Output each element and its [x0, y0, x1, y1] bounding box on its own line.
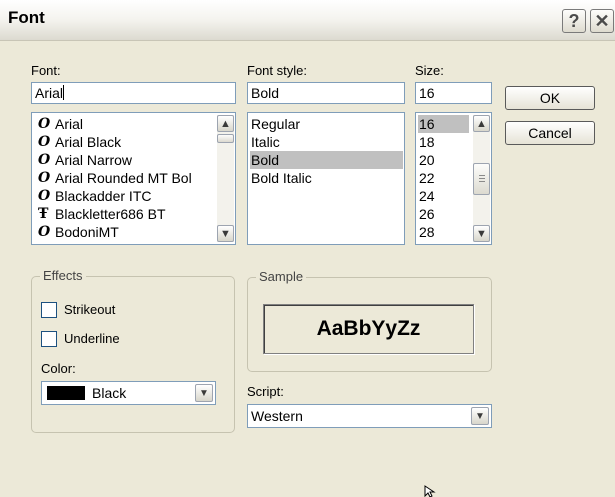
color-dropdown-button[interactable]: ▼ — [195, 384, 213, 402]
font-list-scrollbar[interactable]: ▲ ▼ — [217, 115, 234, 242]
scroll-up-button[interactable]: ▲ — [217, 115, 234, 132]
sample-group-label: Sample — [256, 269, 307, 284]
font-list[interactable]: O Arial O Arial Black O Arial Narrow O Arial… — [31, 112, 236, 245]
font-label: Font: — [31, 63, 61, 78]
close-icon: ✕ — [594, 10, 610, 31]
window-title: Font — [8, 8, 45, 27]
up-arrow-icon: ▲ — [476, 117, 487, 130]
color-value: Black — [92, 385, 127, 401]
size-item[interactable]: 26 — [419, 205, 435, 223]
opentype-font-icon: O — [38, 116, 51, 132]
strikeout-label: Strikeout — [64, 302, 116, 317]
mouse-cursor-icon — [424, 485, 436, 497]
size-label: Size: — [415, 63, 444, 78]
down-arrow-icon: ▼ — [220, 227, 231, 240]
truetype-font-icon: Ŧ — [38, 206, 49, 222]
font-style-item[interactable]: Bold Italic — [251, 169, 312, 187]
size-item-selected[interactable]: 16 — [418, 115, 469, 133]
font-style-input[interactable]: Bold — [247, 82, 405, 104]
size-item[interactable]: 28 — [419, 223, 435, 241]
script-value: Western — [251, 408, 303, 424]
effects-group-label: Effects — [40, 268, 86, 283]
chevron-down-icon: ▼ — [475, 410, 485, 422]
font-style-list[interactable]: Regular Italic Bold Bold Italic — [247, 112, 405, 245]
scroll-thumb[interactable] — [473, 163, 490, 195]
script-dropdown-button[interactable]: ▼ — [471, 407, 489, 425]
opentype-font-icon: O — [38, 152, 51, 168]
sample-preview: AaBbYyZz — [263, 304, 474, 354]
font-style-item[interactable]: Regular — [251, 115, 300, 133]
size-list[interactable]: 16 18 20 22 24 26 28 ▲ ▼ — [415, 112, 492, 245]
grip-line — [479, 178, 485, 179]
size-item[interactable]: 18 — [419, 133, 435, 151]
underline-checkbox[interactable] — [41, 331, 57, 347]
text-caret — [63, 85, 65, 100]
underline-label: Underline — [64, 331, 120, 346]
script-label: Script: — [247, 384, 284, 399]
font-style-label: Font style: — [247, 63, 307, 78]
down-arrow-icon: ▼ — [476, 227, 487, 240]
size-list-scrollbar[interactable]: ▲ ▼ — [473, 115, 490, 242]
font-style-item-selected[interactable]: Bold — [250, 151, 403, 169]
font-dialog: Font ? ✕ Font: Arial O Arial O Arial Black… — [0, 0, 615, 497]
opentype-font-icon: O — [38, 224, 51, 240]
color-label: Color: — [41, 361, 76, 376]
scroll-down-button[interactable]: ▼ — [217, 225, 234, 242]
scroll-down-button[interactable]: ▼ — [473, 225, 490, 242]
cancel-button[interactable]: Cancel — [505, 121, 595, 145]
chevron-down-icon: ▼ — [199, 387, 209, 399]
font-name-input[interactable]: Arial — [31, 82, 236, 104]
size-input[interactable]: 16 — [415, 82, 492, 104]
color-swatch — [47, 386, 85, 400]
opentype-font-icon: O — [38, 170, 51, 186]
size-item[interactable]: 20 — [419, 151, 435, 169]
font-name-value: Arial — [35, 85, 64, 101]
size-item[interactable]: 24 — [419, 187, 435, 205]
size-item[interactable]: 22 — [419, 169, 435, 187]
help-icon: ? — [568, 10, 580, 31]
title-bar[interactable]: Font ? ✕ — [0, 0, 615, 41]
effects-group: Effects — [31, 268, 235, 433]
ok-button[interactable]: OK — [505, 86, 595, 110]
scroll-thumb[interactable] — [217, 134, 234, 143]
close-button[interactable]: ✕ — [590, 9, 614, 33]
scroll-up-button[interactable]: ▲ — [473, 115, 490, 132]
grip-line — [479, 175, 485, 176]
font-style-item[interactable]: Italic — [251, 133, 280, 151]
script-select[interactable]: Western ▼ — [247, 404, 492, 428]
up-arrow-icon: ▲ — [220, 117, 231, 130]
opentype-font-icon: O — [38, 134, 51, 150]
color-select[interactable]: Black ▼ — [41, 381, 216, 405]
grip-line — [479, 181, 485, 182]
help-button[interactable]: ? — [562, 9, 586, 33]
opentype-font-icon: O — [38, 188, 51, 204]
strikeout-checkbox[interactable] — [41, 302, 57, 318]
